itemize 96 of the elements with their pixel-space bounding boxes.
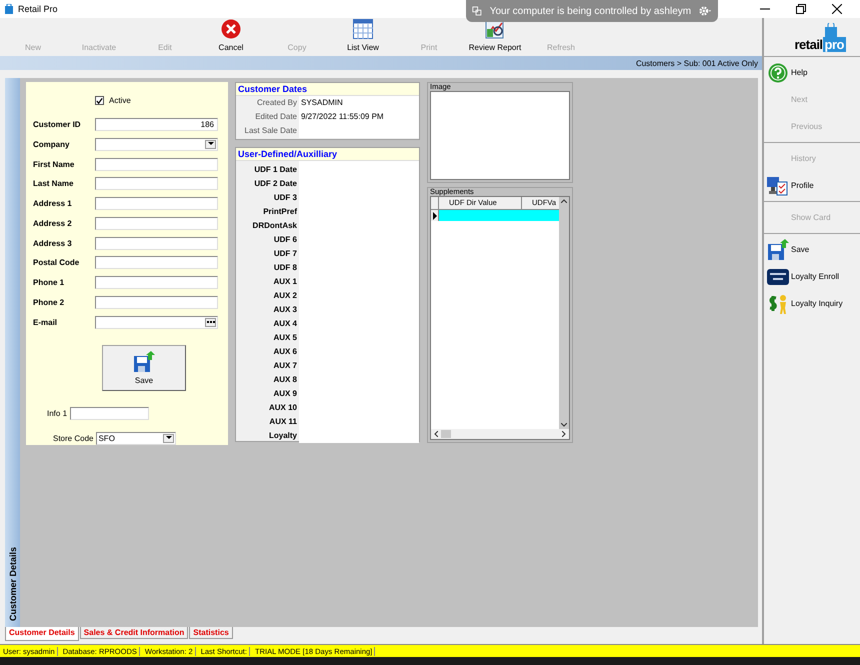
toolbar-button[interactable]: List View xyxy=(330,18,396,56)
tab[interactable]: Statistics xyxy=(189,627,233,639)
remote-icon xyxy=(472,5,482,17)
input-field[interactable] xyxy=(95,138,218,151)
active-checkbox[interactable] xyxy=(95,96,104,106)
field-label: E-mail xyxy=(33,318,58,327)
logo-text: pro xyxy=(822,37,846,52)
date-value: 9/27/2022 11:55:09 PM xyxy=(299,110,419,124)
row-pointer-icon xyxy=(432,212,436,220)
field-label: AUX 3 xyxy=(272,304,298,316)
field-label: Postal Code xyxy=(33,258,80,268)
input-field[interactable] xyxy=(95,197,218,210)
toolbar-button[interactable]: Review Report xyxy=(462,18,528,56)
date-label: Edited Date xyxy=(254,111,298,123)
input-field[interactable] xyxy=(95,236,218,250)
app-icon xyxy=(4,4,14,14)
field-label: AUX 5 xyxy=(272,332,298,344)
vertical-scrollbar[interactable] xyxy=(559,197,569,429)
field-label: PrintPref xyxy=(262,206,298,218)
caret-icon xyxy=(208,142,214,146)
date-value: SYSADMIN xyxy=(299,96,419,110)
save-icon xyxy=(767,238,789,260)
window-title: Retail Pro xyxy=(18,4,58,14)
date-label: Last Sale Date xyxy=(244,125,298,137)
ellipsis-icon xyxy=(206,321,214,324)
save-icon xyxy=(133,350,155,373)
vertical-tab[interactable]: Customer Details xyxy=(5,78,20,627)
field-label: AUX 11 xyxy=(268,416,298,428)
close-icon[interactable] xyxy=(832,4,842,14)
active-label: Active xyxy=(109,96,131,106)
field-label: AUX 1 xyxy=(272,276,298,288)
field-label: AUX 6 xyxy=(272,346,298,358)
sidebar-button[interactable]: Loyalty Inquiry xyxy=(764,290,860,317)
money-person-icon xyxy=(767,292,789,314)
sidebar-button[interactable]: Save xyxy=(764,236,860,263)
field-label: Address 1 xyxy=(33,199,73,208)
field-label: UDF 8 xyxy=(272,262,298,274)
field-label: Phone 2 xyxy=(33,298,66,307)
field-label: AUX 9 xyxy=(272,388,298,400)
field-label: Address 3 xyxy=(33,238,73,248)
sidebar-button[interactable]: Loyalty Enroll xyxy=(764,263,860,290)
grid-row[interactable] xyxy=(431,210,559,221)
banner-text: Your computer is being controlled by ashleym xyxy=(490,6,692,16)
field-label: Address 2 xyxy=(33,218,73,228)
input-field[interactable] xyxy=(95,256,218,270)
input-field[interactable] xyxy=(95,276,218,290)
tab[interactable]: Customer Details xyxy=(5,627,79,641)
store-code-dropdown[interactable]: SFO xyxy=(96,432,176,445)
field-label: Loyalty xyxy=(268,430,298,442)
caret-icon xyxy=(166,436,172,440)
card-icon xyxy=(767,268,789,284)
field-label: Company xyxy=(33,140,70,149)
field-label: AUX 10 xyxy=(268,402,298,414)
panel-title: Customer Dates xyxy=(238,84,308,94)
tab[interactable]: Sales & Credit Information xyxy=(80,627,188,639)
ellipsis-button[interactable] xyxy=(205,318,216,327)
date-label: Created By xyxy=(256,97,298,109)
field-label: UDF 1 Date xyxy=(253,164,298,176)
bag-icon xyxy=(824,23,838,37)
field-label: UDF 7 xyxy=(272,248,298,260)
sidebar-button[interactable]: Profile xyxy=(764,172,860,199)
input-field[interactable] xyxy=(70,406,150,420)
input-field[interactable] xyxy=(95,316,218,329)
field-label: Last Name xyxy=(33,179,74,188)
field-label: DRDontAsk xyxy=(252,220,298,232)
field-label: AUX 4 xyxy=(272,318,298,330)
input-field[interactable] xyxy=(95,216,218,230)
field-label: UDF 2 Date xyxy=(253,178,298,190)
breadcrumb: Customers > Sub: 001 Active Only xyxy=(636,58,758,68)
scroll-thumb[interactable] xyxy=(441,430,451,438)
help-icon xyxy=(768,62,788,82)
field-label: UDF 3 xyxy=(272,192,298,204)
dropdown-button[interactable] xyxy=(205,140,216,149)
maximize-icon[interactable] xyxy=(796,4,806,14)
toolbar-button[interactable]: Cancel xyxy=(198,18,264,56)
input-field[interactable] xyxy=(95,177,218,190)
field-label: AUX 8 xyxy=(272,374,298,386)
panel-title: User-Defined/Auxilliary xyxy=(238,149,338,159)
field-label: First Name xyxy=(33,160,76,169)
sidebar-button[interactable]: Help xyxy=(764,59,860,86)
field-label: Info 1 xyxy=(47,408,68,418)
input-field[interactable] xyxy=(95,158,218,171)
input-field[interactable]: 186 xyxy=(95,118,218,132)
horizontal-scrollbar[interactable] xyxy=(431,429,569,439)
field-label: Store Code xyxy=(53,434,94,443)
field-label: Customer ID xyxy=(33,120,82,130)
report-icon xyxy=(485,19,505,39)
field-label: AUX 7 xyxy=(272,360,298,372)
computer-checklist-icon xyxy=(767,176,789,196)
field-label: AUX 2 xyxy=(272,290,298,302)
input-field[interactable] xyxy=(95,296,218,309)
gear-icon[interactable] xyxy=(699,5,712,17)
logo-text: retail xyxy=(794,37,823,52)
save-button[interactable]: Save xyxy=(102,344,186,391)
field-label: Phone 1 xyxy=(33,278,66,288)
field-label: UDF 6 xyxy=(272,234,298,246)
